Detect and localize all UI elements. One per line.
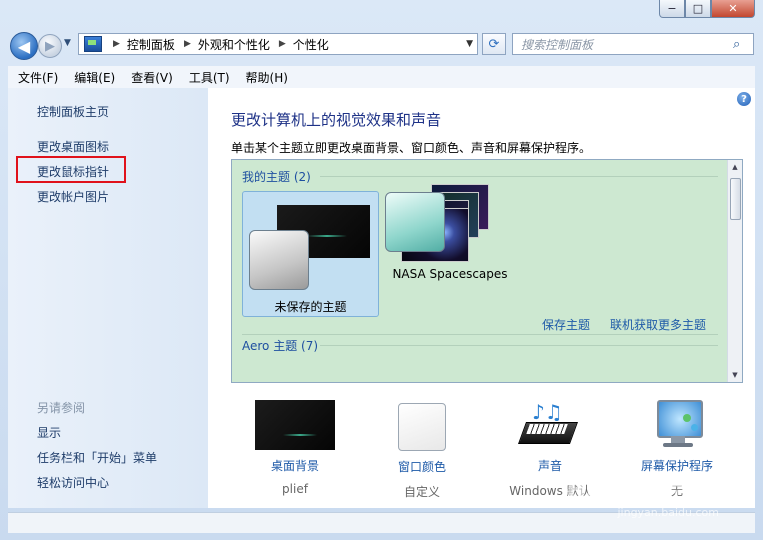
window-color-label: 窗口颜色 — [397, 460, 446, 474]
scroll-thumb[interactable] — [730, 178, 741, 220]
chevron-right-icon[interactable]: ▶ — [279, 39, 286, 49]
theme-label: 未保存的主题 — [274, 300, 347, 314]
navigation-bar: ◀ ▶ ▼ ▶ 控制面板 ▶ 外观和个性化 ▶ 个性化 ▼ ⟳ 搜索控制面板 ⌕ — [0, 30, 763, 62]
maximize-button[interactable]: □ — [685, 0, 711, 18]
menu-help[interactable]: 帮助(H) — [236, 69, 294, 86]
refresh-button[interactable]: ⟳ — [482, 33, 506, 55]
baidu-watermark-url: jingyan.baidu.com — [617, 506, 719, 519]
theme-label: NASA Spacescapes — [392, 267, 508, 281]
search-placeholder: 搜索控制面板 — [521, 37, 594, 52]
address-dropdown-icon[interactable]: ▼ — [466, 39, 473, 49]
window-color-swatch — [249, 230, 309, 290]
desktop-background-button[interactable]: 桌面背景 plief — [240, 400, 350, 496]
back-arrow-icon: ◀ — [17, 36, 31, 56]
desktop-background-value: plief — [282, 482, 308, 496]
search-input[interactable]: 搜索控制面板 ⌕ — [512, 33, 754, 55]
link-display[interactable]: 显示 — [37, 424, 61, 441]
group-divider — [320, 345, 718, 346]
refresh-icon: ⟳ — [488, 36, 500, 52]
window-color-value: 自定义 — [403, 485, 440, 499]
forward-button[interactable]: ▶ — [38, 34, 62, 58]
menu-view[interactable]: 查看(V) — [121, 69, 179, 86]
get-more-themes-link[interactable]: 联机获取更多主题 — [610, 316, 706, 333]
sounds-icon: ♪♫ — [510, 400, 590, 450]
baidu-watermark: Baidu 经验 — [566, 476, 711, 506]
desktop-background-icon — [255, 400, 335, 450]
group-aero-themes[interactable]: Aero 主题 (7) — [242, 337, 318, 354]
chevron-right-icon[interactable]: ▶ — [184, 39, 191, 49]
group-divider — [242, 334, 718, 335]
window: − □ ✕ ◀ ▶ ▼ ▶ 控制面板 ▶ 外观和个性化 ▶ 个性化 ▼ ⟳ 搜索… — [0, 0, 763, 540]
menu-tools[interactable]: 工具(T) — [179, 69, 236, 86]
themes-list: 我的主题 (2) 未保存的主题 NASA Spacescapes 保存主题 联机… — [231, 159, 743, 383]
window-color-swatch — [385, 192, 445, 252]
breadcrumb-control-panel[interactable]: 控制面板 — [127, 36, 175, 53]
recent-pages-dropdown-icon[interactable]: ▼ — [64, 38, 71, 48]
scroll-down-icon[interactable]: ▼ — [728, 368, 742, 382]
caption-buttons: − □ ✕ — [659, 0, 755, 18]
window-color-button[interactable]: 窗口颜色 自定义 — [367, 400, 477, 500]
breadcrumb-personalization[interactable]: 个性化 — [293, 36, 329, 53]
link-control-panel-home[interactable]: 控制面板主页 — [37, 103, 109, 120]
theme-unsaved[interactable]: 未保存的主题 — [242, 191, 379, 317]
link-taskbar-start-menu[interactable]: 任务栏和「开始」菜单 — [37, 449, 157, 466]
see-also-title: 另请参阅 — [37, 401, 86, 415]
screen-saver-icon — [637, 400, 717, 450]
content-area: 控制面板主页 更改桌面图标 更改鼠标指针 更改帐户图片 另请参阅 显示 任务栏和… — [8, 88, 755, 508]
link-change-desktop-icons[interactable]: 更改桌面图标 — [37, 138, 109, 155]
close-button[interactable]: ✕ — [711, 0, 755, 18]
link-change-account-picture[interactable]: 更改帐户图片 — [37, 188, 109, 205]
page-title: 更改计算机上的视觉效果和声音 — [231, 111, 442, 129]
chevron-right-icon[interactable]: ▶ — [113, 39, 120, 49]
breadcrumb-appearance[interactable]: 外观和个性化 — [198, 36, 270, 53]
group-my-themes[interactable]: 我的主题 (2) — [242, 168, 311, 185]
theme-nasa-spacescapes[interactable]: NASA Spacescapes — [385, 174, 537, 314]
themes-scrollbar[interactable]: ▲ ▼ — [727, 160, 742, 382]
window-color-icon — [398, 403, 446, 451]
scroll-up-icon[interactable]: ▲ — [728, 160, 742, 174]
minimize-button[interactable]: − — [659, 0, 685, 18]
desktop-background-label: 桌面背景 — [270, 459, 319, 473]
red-highlight-box — [16, 156, 126, 183]
forward-arrow-icon: ▶ — [45, 38, 55, 54]
link-ease-of-access[interactable]: 轻松访问中心 — [37, 474, 109, 491]
back-button[interactable]: ◀ — [10, 32, 38, 60]
menu-bar: 文件(F) 编辑(E) 查看(V) 工具(T) 帮助(H) — [8, 66, 755, 89]
menu-edit[interactable]: 编辑(E) — [64, 69, 121, 86]
address-bar[interactable]: ▶ 控制面板 ▶ 外观和个性化 ▶ 个性化 ▼ — [78, 33, 478, 55]
page-subtitle: 单击某个主题立即更改桌面背景、窗口颜色、声音和屏幕保护程序。 — [231, 141, 592, 155]
menu-file[interactable]: 文件(F) — [8, 69, 64, 86]
save-theme-link[interactable]: 保存主题 — [542, 316, 590, 333]
control-panel-icon — [84, 36, 102, 52]
left-pane: 控制面板主页 更改桌面图标 更改鼠标指针 更改帐户图片 另请参阅 显示 任务栏和… — [8, 88, 208, 508]
search-icon[interactable]: ⌕ — [733, 37, 749, 52]
help-icon[interactable]: ? — [737, 92, 751, 106]
